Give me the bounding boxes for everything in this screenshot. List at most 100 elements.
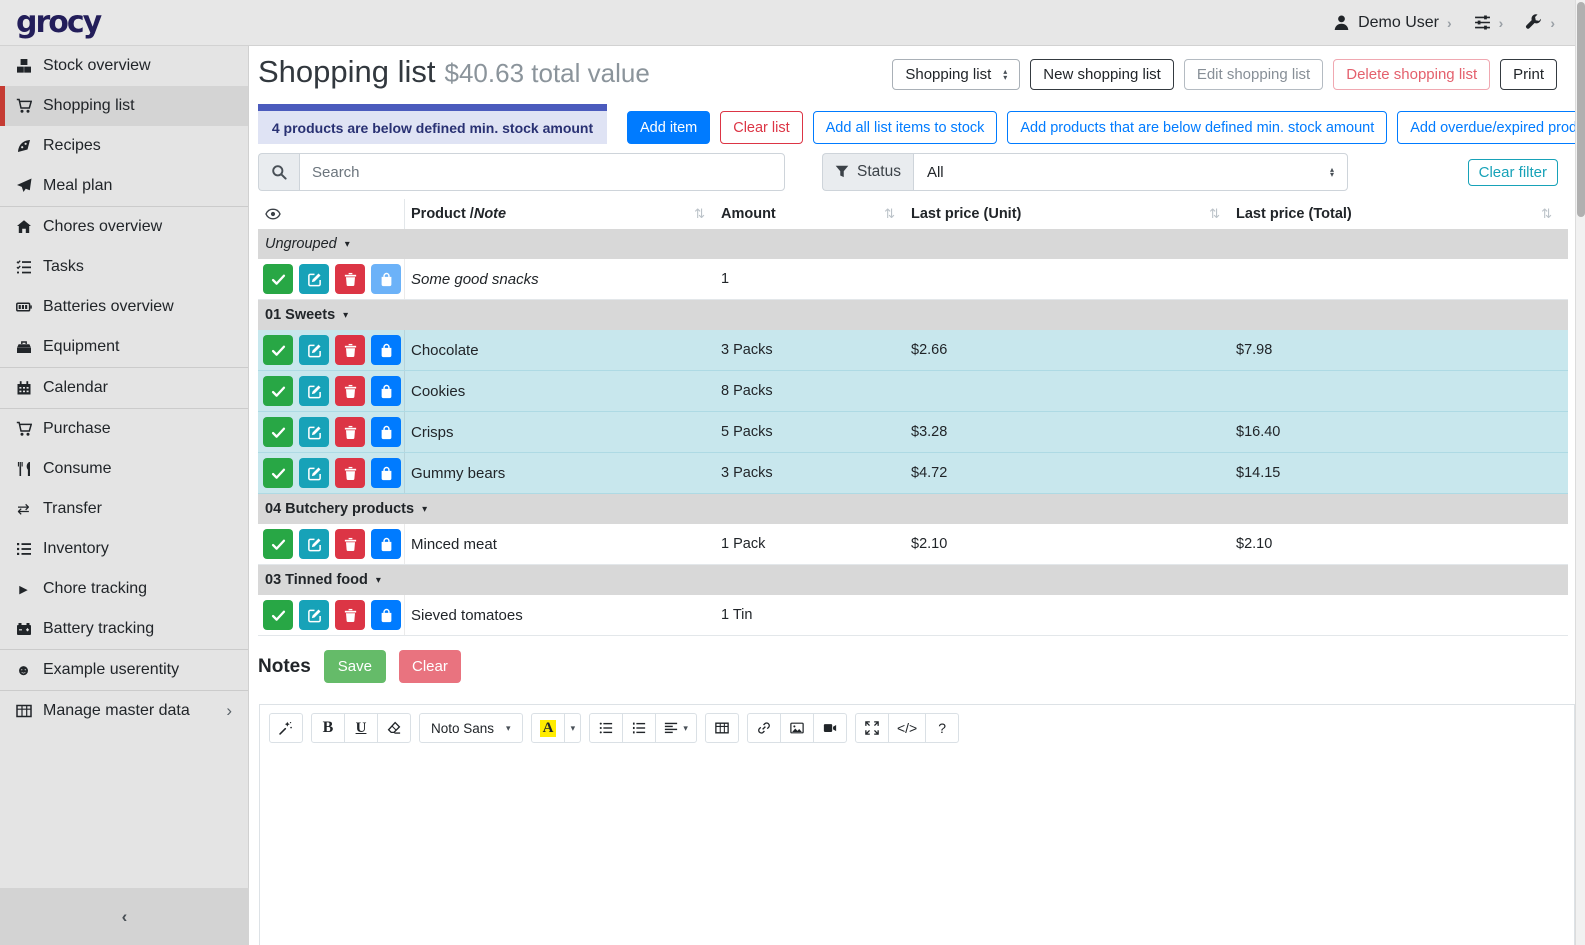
product-card-button[interactable] <box>371 376 401 406</box>
underline-icon[interactable]: U <box>344 713 378 743</box>
delete-item-button[interactable] <box>335 600 365 630</box>
user-menu[interactable]: Demo User › <box>1333 14 1452 32</box>
status-select[interactable]: All ▴▾ <box>913 153 1348 191</box>
edit-item-button[interactable] <box>299 335 329 365</box>
sort-icon[interactable]: ⇅ <box>1541 206 1552 222</box>
sidebar-item-consume[interactable]: Consume <box>0 449 248 489</box>
font-family-select[interactable]: Noto Sans ▾ <box>419 713 523 743</box>
sidebar-item-transfer[interactable]: ⇄ Transfer <box>0 489 248 529</box>
notes-save-button[interactable]: Save <box>324 650 386 683</box>
edit-item-button[interactable] <box>299 529 329 559</box>
sidebar-item-manage-master-data[interactable]: Manage master data › <box>0 691 248 731</box>
sidebar-item-tasks[interactable]: Tasks <box>0 247 248 287</box>
sidebar-item-batteries-overview[interactable]: Batteries overview <box>0 287 248 327</box>
insert-link-icon[interactable] <box>747 713 781 743</box>
magic-style-icon[interactable] <box>269 713 303 743</box>
add-item-button[interactable]: Add item <box>627 111 710 144</box>
sidebar-item-inventory[interactable]: Inventory <box>0 529 248 569</box>
settings-menu[interactable]: › <box>1474 14 1504 31</box>
column-visibility-eye-icon[interactable] <box>258 199 405 229</box>
sort-icon[interactable]: ⇅ <box>884 206 895 222</box>
product-card-button[interactable] <box>371 600 401 630</box>
edit-shopping-list-button[interactable]: Edit shopping list <box>1184 59 1323 90</box>
fullscreen-icon[interactable] <box>855 713 889 743</box>
eraser-icon[interactable] <box>377 713 411 743</box>
delete-item-button[interactable] <box>335 376 365 406</box>
insert-table-icon[interactable] <box>705 713 739 743</box>
add-below-min-stock-button[interactable]: Add products that are below defined min.… <box>1007 111 1387 144</box>
app-logo[interactable]: grocy <box>16 5 100 40</box>
font-color-dropdown[interactable]: ▾ <box>564 713 581 743</box>
delete-item-button[interactable] <box>335 458 365 488</box>
mark-done-button[interactable] <box>263 264 293 294</box>
sort-icon[interactable]: ⇅ <box>1209 206 1220 222</box>
header-last-price-total[interactable]: Last price (Total) ⇅ <box>1236 199 1568 229</box>
header-product[interactable]: Product / Note ⇅ <box>405 199 721 229</box>
header-last-price-unit[interactable]: Last price (Unit) ⇅ <box>911 199 1236 229</box>
edit-item-button[interactable] <box>299 417 329 447</box>
mark-done-button[interactable] <box>263 600 293 630</box>
product-card-button[interactable] <box>371 458 401 488</box>
ordered-list-icon[interactable] <box>622 713 656 743</box>
sidebar-item-chore-tracking[interactable]: ▶ Chore tracking <box>0 569 248 609</box>
sidebar-item-purchase[interactable]: Purchase <box>0 409 248 449</box>
scrollbar-thumb[interactable] <box>1577 2 1585 217</box>
sidebar-item-example-userentity[interactable]: ☻ Example userentity <box>0 650 248 690</box>
bold-icon[interactable]: B <box>311 713 345 743</box>
sidebar-item-calendar[interactable]: Calendar <box>0 368 248 408</box>
mark-done-button[interactable] <box>263 529 293 559</box>
mark-done-button[interactable] <box>263 417 293 447</box>
notes-clear-button[interactable]: Clear <box>399 650 461 683</box>
sidebar-item-shopping-list[interactable]: Shopping list <box>0 86 248 126</box>
sidebar-item-recipes[interactable]: Recipes <box>0 126 248 166</box>
sidebar-item-stock-overview[interactable]: Stock overview <box>0 46 248 86</box>
product-card-button[interactable] <box>371 417 401 447</box>
sort-icon[interactable]: ⇅ <box>694 206 705 222</box>
search-input[interactable] <box>299 153 785 191</box>
admin-menu[interactable]: › <box>1525 14 1555 31</box>
product-card-button[interactable] <box>371 529 401 559</box>
font-color-icon[interactable]: A <box>531 713 566 743</box>
sidebar-collapse-button[interactable]: ‹ <box>0 888 249 945</box>
sidebar-item-equipment[interactable]: Equipment <box>0 327 248 367</box>
sidebar-item-chores-overview[interactable]: Chores overview <box>0 207 248 247</box>
mark-done-button[interactable] <box>263 335 293 365</box>
shopping-list-select[interactable]: Shopping list ▴▾ <box>892 59 1020 90</box>
unordered-list-icon[interactable] <box>589 713 623 743</box>
min-stock-alert[interactable]: 4 products are below defined min. stock … <box>258 104 607 144</box>
new-shopping-list-button[interactable]: New shopping list <box>1030 59 1174 90</box>
header-amount[interactable]: Amount ⇅ <box>721 199 911 229</box>
product-card-button[interactable] <box>371 264 401 294</box>
status-filter-label: Status <box>822 153 913 191</box>
clear-list-button[interactable]: Clear list <box>720 111 802 144</box>
print-button[interactable]: Print <box>1500 59 1557 90</box>
sidebar-item-meal-plan[interactable]: Meal plan <box>0 166 248 206</box>
add-all-to-stock-button[interactable]: Add all list items to stock <box>813 111 998 144</box>
insert-video-icon[interactable] <box>813 713 847 743</box>
mark-done-button[interactable] <box>263 376 293 406</box>
add-overdue-button[interactable]: Add overdue/expired products <box>1397 111 1585 144</box>
delete-item-button[interactable] <box>335 529 365 559</box>
edit-item-button[interactable] <box>299 264 329 294</box>
edit-item-button[interactable] <box>299 600 329 630</box>
product-card-button[interactable] <box>371 335 401 365</box>
insert-picture-icon[interactable] <box>780 713 814 743</box>
sidebar-item-battery-tracking[interactable]: Battery tracking <box>0 609 248 649</box>
group-row-tinned-food[interactable]: 03 Tinned food ▾ <box>258 565 1568 595</box>
delete-item-button[interactable] <box>335 417 365 447</box>
group-row-ungrouped[interactable]: Ungrouped ▾ <box>258 229 1568 259</box>
edit-item-button[interactable] <box>299 458 329 488</box>
paragraph-align-icon[interactable]: ▾ <box>655 713 697 743</box>
delete-item-button[interactable] <box>335 264 365 294</box>
delete-shopping-list-button[interactable]: Delete shopping list <box>1333 59 1490 90</box>
table-row: Sieved tomatoes 1 Tin <box>258 595 1568 636</box>
mark-done-button[interactable] <box>263 458 293 488</box>
help-icon[interactable]: ? <box>925 713 959 743</box>
clear-filter-button[interactable]: Clear filter <box>1468 159 1558 186</box>
notes-edit-area[interactable] <box>260 751 1574 945</box>
group-row-sweets[interactable]: 01 Sweets ▾ <box>258 300 1568 330</box>
group-row-butchery[interactable]: 04 Butchery products ▾ <box>258 494 1568 524</box>
code-view-icon[interactable]: </> <box>888 713 926 743</box>
delete-item-button[interactable] <box>335 335 365 365</box>
edit-item-button[interactable] <box>299 376 329 406</box>
